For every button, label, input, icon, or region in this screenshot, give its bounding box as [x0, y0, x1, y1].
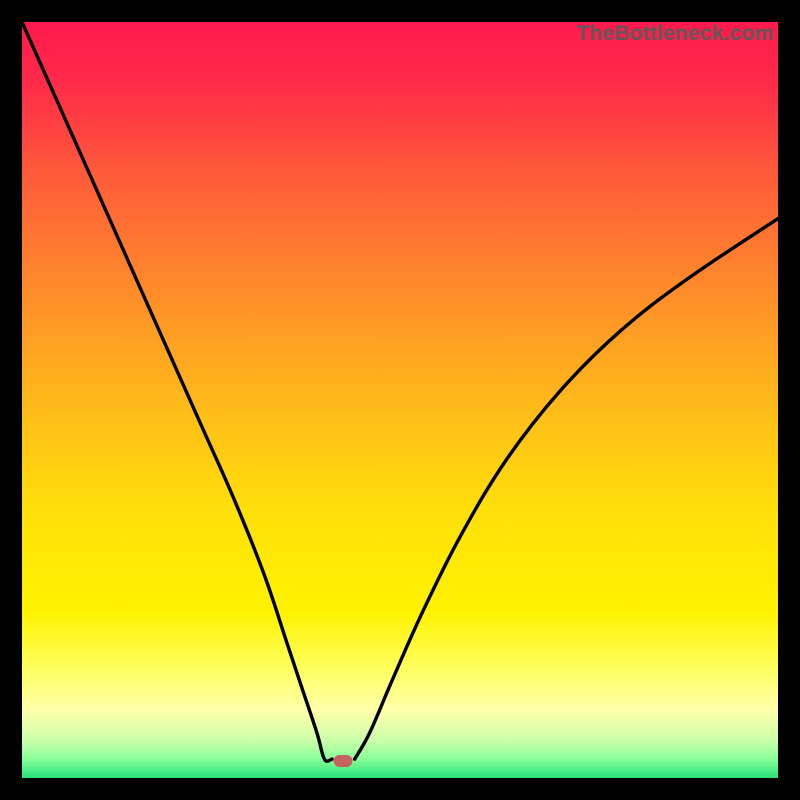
watermark-text: TheBottleneck.com: [577, 22, 774, 46]
background-gradient: [22, 22, 778, 778]
plot-area: TheBottleneck.com: [22, 22, 778, 778]
optimal-point-marker: [334, 755, 353, 767]
chart-frame: TheBottleneck.com: [0, 0, 800, 800]
